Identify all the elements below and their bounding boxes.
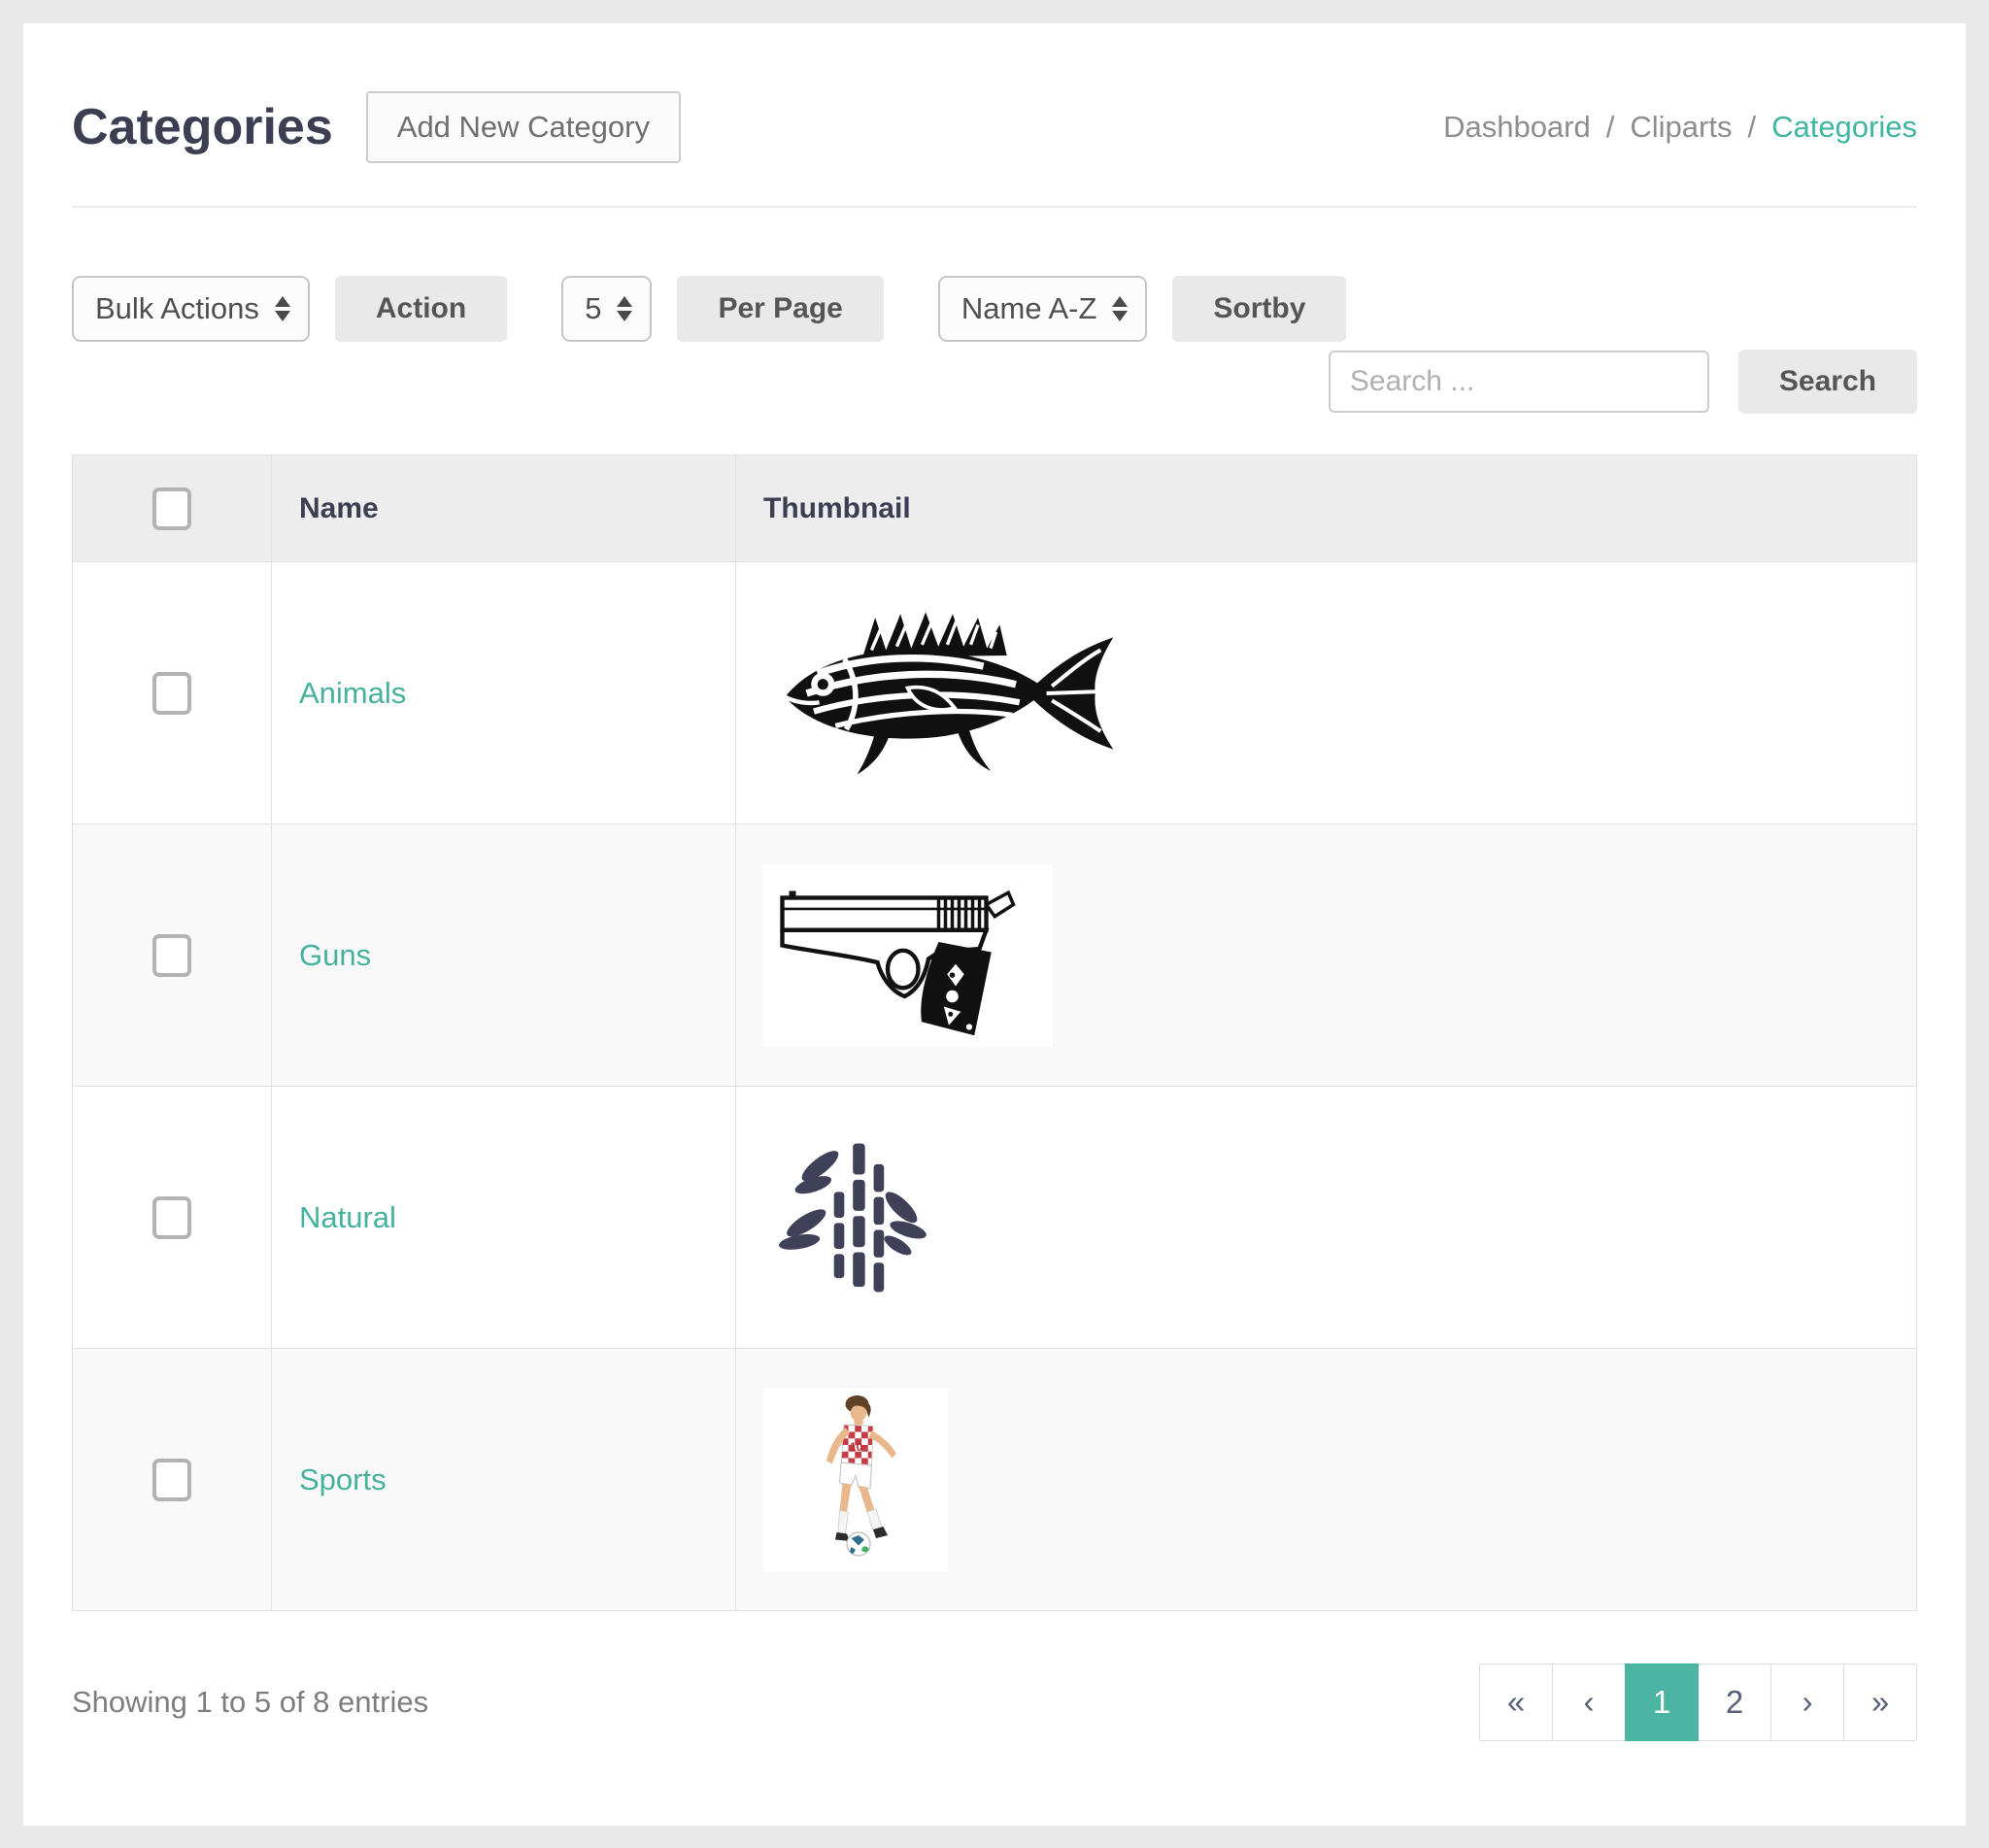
column-header-thumbnail: Thumbnail xyxy=(736,455,1917,562)
soccer-player-clipart-image: 10 xyxy=(783,1393,928,1567)
fish-clipart-image xyxy=(763,603,1142,784)
per-page-value: 5 xyxy=(585,291,601,326)
toolbar: Bulk Actions Action 5 Per Page Name A-Z … xyxy=(72,276,1917,342)
select-all-checkbox[interactable] xyxy=(152,487,191,530)
categories-table: Name Thumbnail Animals xyxy=(72,454,1917,1611)
bulk-actions-select[interactable]: Bulk Actions xyxy=(72,276,310,342)
select-spinner-icon xyxy=(617,296,632,321)
category-link-sports[interactable]: Sports xyxy=(272,1462,387,1497)
category-link-natural[interactable]: Natural xyxy=(272,1200,396,1235)
row-checkbox[interactable] xyxy=(152,1196,191,1239)
jersey-number: 10 xyxy=(850,1440,863,1454)
action-button[interactable]: Action xyxy=(335,276,507,342)
content-card: Categories Add New Category Dashboard / … xyxy=(23,23,1966,1826)
table-header-row: Name Thumbnail xyxy=(73,455,1917,562)
row-checkbox[interactable] xyxy=(152,934,191,977)
breadcrumb-dashboard[interactable]: Dashboard xyxy=(1443,110,1591,145)
pagination-prev[interactable]: ‹ xyxy=(1552,1663,1626,1741)
breadcrumb-separator: / xyxy=(1606,110,1615,145)
pagination-first[interactable]: « xyxy=(1479,1663,1553,1741)
search-input[interactable] xyxy=(1329,351,1709,413)
table-row-sports: Sports xyxy=(73,1349,1917,1611)
select-spinner-icon xyxy=(1112,296,1128,321)
breadcrumb: Dashboard / Cliparts / Categories xyxy=(1443,110,1917,145)
breadcrumb-separator: / xyxy=(1747,110,1756,145)
pagination-page-1[interactable]: 1 xyxy=(1625,1663,1699,1741)
breadcrumb-cliparts[interactable]: Cliparts xyxy=(1630,110,1732,145)
select-spinner-icon xyxy=(275,296,290,321)
sort-value: Name A-Z xyxy=(961,291,1097,326)
bulk-actions-value: Bulk Actions xyxy=(95,291,259,326)
row-checkbox[interactable] xyxy=(152,1459,191,1501)
breadcrumb-categories: Categories xyxy=(1771,110,1917,145)
pagination-last[interactable]: » xyxy=(1843,1663,1917,1741)
table-row-natural: Natural xyxy=(73,1087,1917,1349)
pagination-page-2[interactable]: 2 xyxy=(1698,1663,1771,1741)
header-divider xyxy=(72,206,1917,208)
pagination: « ‹ 1 2 › » xyxy=(1479,1663,1917,1741)
category-link-animals[interactable]: Animals xyxy=(272,676,406,711)
search-row: Search xyxy=(72,350,1917,414)
pagination-next[interactable]: › xyxy=(1770,1663,1844,1741)
table-footer: Showing 1 to 5 of 8 entries « ‹ 1 2 › » xyxy=(72,1663,1917,1741)
search-button[interactable]: Search xyxy=(1738,350,1917,414)
per-page-button[interactable]: Per Page xyxy=(677,276,883,342)
row-checkbox[interactable] xyxy=(152,672,191,715)
sort-select[interactable]: Name A-Z xyxy=(938,276,1148,342)
column-header-name: Name xyxy=(272,455,736,562)
category-link-guns[interactable]: Guns xyxy=(272,938,371,973)
showing-entries-text: Showing 1 to 5 of 8 entries xyxy=(72,1685,428,1720)
page-header: Categories Add New Category Dashboard / … xyxy=(72,23,1917,163)
sortby-button[interactable]: Sortby xyxy=(1172,276,1346,342)
per-page-select[interactable]: 5 xyxy=(561,276,652,342)
pistol-clipart-image xyxy=(772,869,1044,1042)
table-row-animals: Animals xyxy=(73,562,1917,824)
page-title: Categories xyxy=(72,98,333,156)
bamboo-clipart-image xyxy=(777,1140,932,1295)
add-new-category-button[interactable]: Add New Category xyxy=(366,91,681,163)
table-row-guns: Guns xyxy=(73,824,1917,1087)
